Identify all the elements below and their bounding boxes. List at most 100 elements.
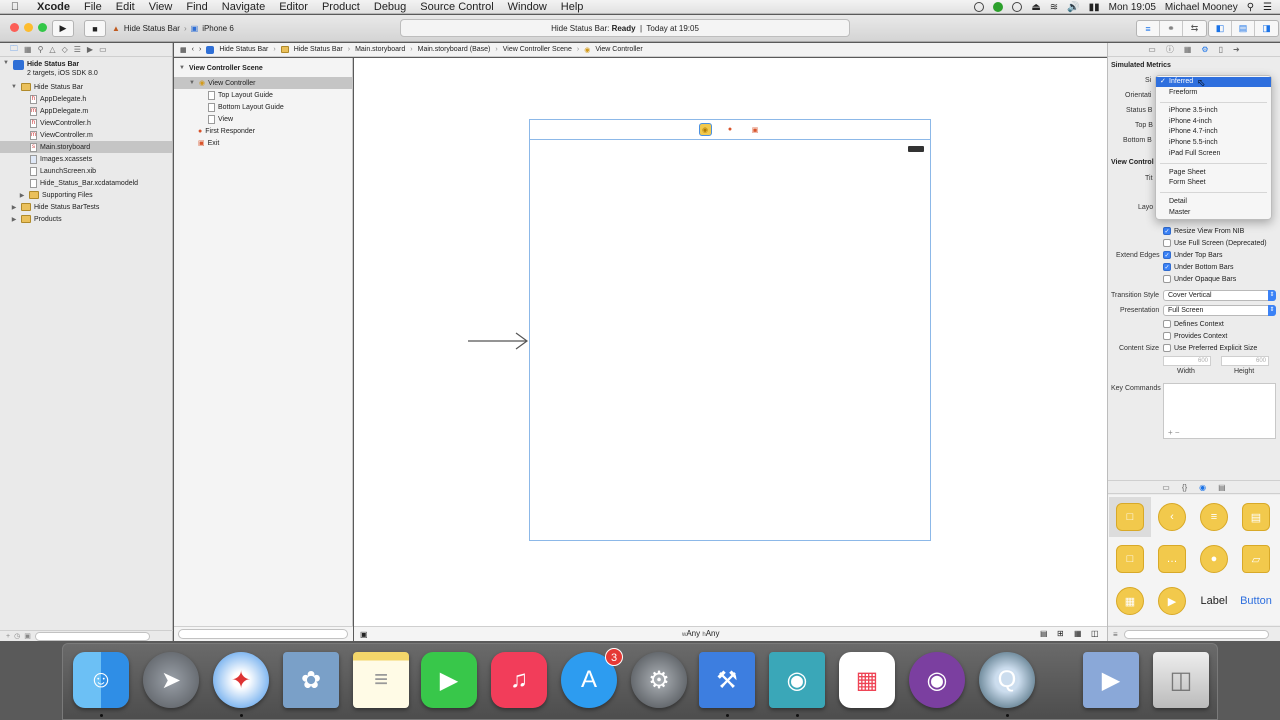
menu-item[interactable]: Freeform [1156,88,1271,98]
minimize-window-icon[interactable] [24,23,33,32]
breadcrumb-item[interactable]: Main.storyboard (Base) [418,46,491,53]
outline-item[interactable]: ▣ Exit [198,137,219,149]
system-preferences-icon[interactable]: ⚙ [631,652,687,708]
controller-row[interactable]: ▼ ◉ View Controller [174,77,352,89]
first-responder-icon[interactable]: ● [724,123,737,136]
transition-style-popup[interactable]: Cover Vertical ⇕ [1163,290,1276,301]
file-row[interactable]: Hide_Status_Bar.xcdatamodeld [30,177,138,189]
menu-item[interactable]: iPhone 3.5-inch [1156,106,1271,116]
library-item[interactable]: ▶ [1151,581,1193,621]
user-name[interactable]: Michael Mooney [1165,2,1238,13]
clock[interactable]: Mon 19:05 [1109,2,1156,13]
run-button[interactable]: ▶ [52,20,74,37]
eject-icon[interactable]: ⏏ [1031,2,1040,13]
align-icon[interactable]: ▤ [1040,629,1048,638]
file-row[interactable]: LaunchScreen.xib [30,165,96,177]
code-snippet-icon[interactable]: {} [1182,483,1187,492]
exit-icon[interactable]: ▣ [749,123,762,136]
disclosure-closed-icon[interactable]: ▶ [18,192,26,199]
related-items-icon[interactable]: ▦ [180,46,187,54]
launchpad-icon[interactable]: ➤ [143,652,199,708]
scm-icon[interactable]: ▣ [24,632,31,640]
menu-file[interactable]: File [77,1,109,13]
utilities-toggle-icon[interactable]: ◨ [1255,21,1278,36]
safari-icon[interactable]: ✦ [213,652,269,708]
debug-area-toggle-icon[interactable]: ▤ [1232,21,1255,36]
recent-icon[interactable]: ◷ [14,632,20,640]
project-row[interactable]: ▼ Hide Status Bar 2 targets, iOS SDK 8.0 [2,60,98,82]
disclosure-closed-icon[interactable]: ▶ [10,204,18,211]
file-template-icon[interactable]: ▭ [1162,483,1170,492]
presentation-popup[interactable]: Full Screen ⇕ [1163,305,1276,316]
outline-item[interactable]: Bottom Layout Guide [208,101,284,113]
object-library-icon[interactable]: ◉ [1199,483,1206,492]
back-icon[interactable]: ‹ [192,46,194,53]
menu-debug[interactable]: Debug [367,1,413,13]
breadcrumb-item[interactable]: Main.storyboard [355,46,405,53]
file-inspector-icon[interactable]: ▭ [1148,45,1156,54]
key-commands-table[interactable]: + − [1163,383,1276,439]
connections-inspector-icon[interactable]: ➜ [1233,45,1240,54]
disclosure-open-icon[interactable]: ▼ [188,80,196,86]
width-field[interactable]: 600 [1163,356,1211,366]
record-icon[interactable] [974,2,985,12]
assistant-editor-icon[interactable]: ⚭ [1160,21,1183,36]
library-item[interactable]: ▤ [1235,497,1277,537]
wifi-icon[interactable]: ≋ [1050,2,1058,13]
folder-tab-icon[interactable]: 🗀 [10,43,18,57]
menu-window[interactable]: Window [501,1,554,13]
resolve-icon[interactable]: ▦ [1074,629,1082,638]
outline-toggle-icon[interactable]: ▣ [360,630,368,639]
scheme-selector[interactable]: ▲ Hide Status Bar › ▣ iPhone 6 [112,20,234,37]
sync-icon[interactable] [1012,2,1023,12]
add-icon[interactable]: + [6,633,10,640]
breadcrumb-item[interactable]: View Controller Scene [503,46,572,53]
menu-find[interactable]: Find [179,1,214,13]
entry-point-arrow[interactable] [468,331,530,351]
resize-from-nib-checkbox[interactable]: ✓ Resize View From NIB [1163,227,1244,235]
menu-item[interactable]: iPhone 4-inch [1156,117,1271,127]
screenflow-icon[interactable]: ◉ [769,652,825,708]
menu-view[interactable]: View [142,1,180,13]
file-row[interactable]: Images.xcassets [30,153,92,165]
menu-item-selected[interactable]: ✓ Inferred [1156,77,1271,87]
spotlight-icon[interactable]: ⚲ [1247,2,1254,13]
library-item[interactable]: □ [1109,539,1151,579]
menu-item[interactable]: iPhone 4.7-inch [1156,127,1271,137]
menu-help[interactable]: Help [554,1,591,13]
grid-app-icon[interactable]: ▦ [839,652,895,708]
use-full-screen-checkbox[interactable]: Use Full Screen (Deprecated) [1163,239,1267,247]
menu-item[interactable]: Master [1156,208,1271,218]
outline-item[interactable]: ● First Responder [198,125,255,137]
version-editor-icon[interactable]: ⇆ [1183,21,1206,36]
disclosure-open-icon[interactable]: ▼ [10,84,18,90]
file-row[interactable]: m ViewController.m [30,129,93,141]
menu-edit[interactable]: Edit [109,1,142,13]
navigator-toggle-icon[interactable]: ◧ [1209,21,1232,36]
resizing-icon[interactable]: ◫ [1091,629,1099,638]
outline-filter-input[interactable] [178,629,348,639]
menu-app-name[interactable]: Xcode [30,1,77,13]
disclosure-open-icon[interactable]: ▼ [178,65,186,71]
outline-item[interactable]: View [208,113,233,125]
close-window-icon[interactable] [10,23,19,32]
scene-row[interactable]: ▼ View Controller Scene [178,62,263,74]
under-opaque-bars-checkbox[interactable]: Under Opaque Bars [1163,275,1236,283]
menu-item[interactable]: iPhone 5.5-inch [1156,138,1271,148]
library-filter-input[interactable] [1123,629,1269,639]
library-item[interactable]: □ [1109,497,1151,537]
music-icon[interactable]: ♫ [491,652,547,708]
size-class-control[interactable]: wAny hAny [682,629,720,638]
menu-editor[interactable]: Editor [272,1,315,13]
under-top-bars-checkbox[interactable]: ✓ Under Top Bars [1163,251,1223,259]
outline-item[interactable]: Top Layout Guide [208,89,273,101]
library-item[interactable]: ● [1193,539,1235,579]
stop-button[interactable]: ■ [84,20,106,37]
view-controller-icon[interactable]: ◉ [698,123,712,136]
breakpoint-tab-icon[interactable]: ▶ [87,45,93,54]
apple-menu-icon[interactable]:  [0,1,30,13]
library-item[interactable]: ▦ [1109,581,1151,621]
menu-source-control[interactable]: Source Control [413,1,500,13]
breadcrumb-item[interactable]: Hide Status Bar [294,46,343,53]
forward-icon[interactable]: › [199,46,201,53]
